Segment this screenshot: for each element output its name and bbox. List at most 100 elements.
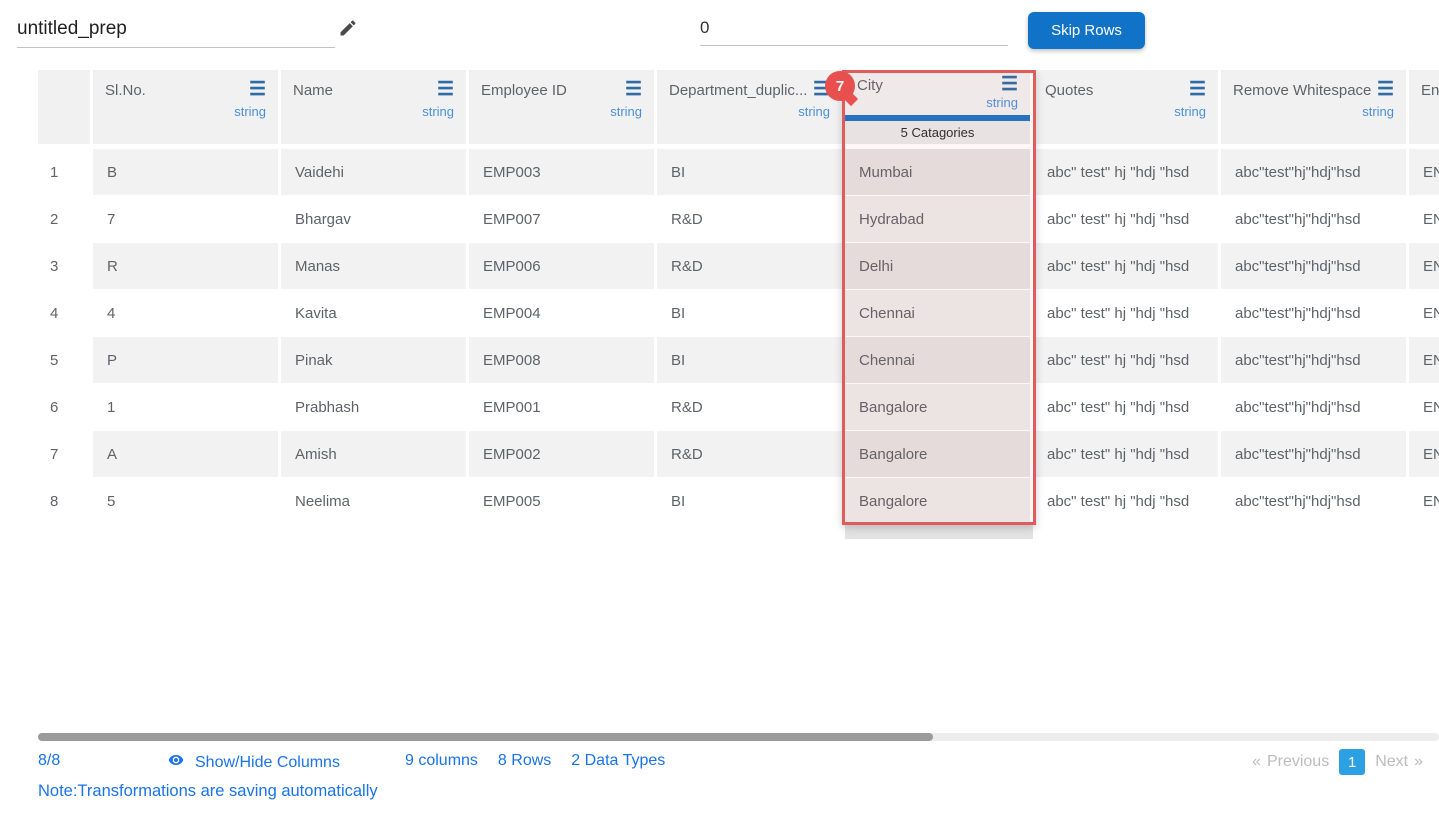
table-row: 85NeelimaEMP005BIBangaloreabc" test" hj … [38,478,1439,524]
column-header-partial[interactable]: En ☰ string [1409,70,1439,144]
column-type-label: string [1421,104,1439,119]
table-cell: Pinak [281,337,469,383]
table-cell: R&D [657,196,845,242]
horizontal-scrollbar-track[interactable] [38,733,1439,741]
table-cell: abc"test"hj"hdj"hsd [1221,243,1409,289]
column-label: City [857,77,883,94]
table-row: 1BVaidehiEMP003BIMumbaiabc" test" hj "hd… [38,149,1439,195]
table-cell: Kavita [281,290,469,336]
row-number-header [38,70,93,144]
data-table: Sl.No. ☰ string Name ☰ string [38,70,1439,542]
table-cell: R&D [657,243,845,289]
edit-pencil-icon[interactable] [338,18,358,43]
table-cell: abc"test"hj"hdj"hsd [1221,337,1409,383]
table-cell: abc" test" hj "hdj "hsd [1033,196,1221,242]
skip-rows-input[interactable] [700,16,1008,46]
table-cell: abc"test"hj"hdj"hsd [1221,431,1409,477]
prep-name-input[interactable] [17,14,335,48]
table-cell: abc" test" hj "hdj "hsd [1033,384,1221,430]
table-cell: BI [657,478,845,524]
table-cell: EN [1409,431,1439,477]
column-type-label: string [857,95,1018,110]
data-types-label[interactable]: 2 Data Types [571,752,665,770]
column-menu-icon[interactable]: ☰ [437,82,454,97]
table-cell: 4 [93,290,281,336]
table-cell: P [93,337,281,383]
data-prep-app: Skip Rows Sl.No. ☰ string Name ☰ [0,0,1439,816]
table-cell: Bangalore [845,384,1033,430]
column-header-quotes[interactable]: Quotes ☰ string [1033,70,1221,144]
table-stats: 9 columns 8 Rows 2 Data Types [405,752,665,770]
column-header-remove-whitespace[interactable]: Remove Whitespace ☰ string [1221,70,1409,144]
table-row: 27BhargavEMP007R&DHydrabadabc" test" hj … [38,196,1439,242]
current-page-button[interactable]: 1 [1339,749,1365,775]
table-cell: 7 [93,196,281,242]
column-label: Name [293,82,333,99]
table-cell: BI [657,290,845,336]
table-cell: A [93,431,281,477]
column-header-city[interactable]: City ☰ string 5 Catagories [845,70,1033,144]
previous-page-button[interactable]: « Previous [1252,753,1329,771]
table-cell: EMP006 [469,243,657,289]
table-row: 7AAmishEMP002R&DBangaloreabc" test" hj "… [38,431,1439,477]
table-cell: B [93,149,281,195]
previous-label: Previous [1267,753,1329,771]
rows-count-label[interactable]: 8 Rows [498,752,551,770]
table-cell: BI [657,149,845,195]
column-header-employee-id[interactable]: Employee ID ☰ string [469,70,657,144]
footer-bar: 8/8 Show/Hide Columns 9 columns 8 Rows 2… [0,748,1439,782]
column-menu-icon[interactable]: ☰ [249,82,266,97]
show-hide-columns-button[interactable]: Show/Hide Columns [165,752,340,773]
row-number: 3 [38,243,93,289]
table-cell: Chennai [845,337,1033,383]
column-menu-icon[interactable]: ☰ [1377,82,1394,97]
column-menu-icon[interactable]: ☰ [1001,77,1018,92]
table-cell: Mumbai [845,149,1033,195]
table-cell: Prabhash [281,384,469,430]
table-cell: Bangalore [845,431,1033,477]
table-cell: EN [1409,478,1439,524]
column-header-name[interactable]: Name ☰ string [281,70,469,144]
row-number: 5 [38,337,93,383]
column-label: Employee ID [481,82,567,99]
column-type-label: string [1045,104,1206,119]
annotation-badge: 7 [825,71,855,101]
table-cell: Vaidehi [281,149,469,195]
next-symbol: » [1414,753,1423,771]
table-cell: Chennai [845,290,1033,336]
table-cell: R [93,243,281,289]
table-cell: EMP008 [469,337,657,383]
next-page-button[interactable]: Next » [1375,753,1423,771]
table-cell: EMP005 [469,478,657,524]
previous-symbol: « [1252,753,1261,771]
column-label: Quotes [1045,82,1093,99]
table-cell: abc" test" hj "hdj "hsd [1033,478,1221,524]
column-label: Department_duplic... [669,82,807,99]
table-cell: EMP007 [469,196,657,242]
table-cell: EMP003 [469,149,657,195]
table-cell: abc"test"hj"hdj"hsd [1221,290,1409,336]
row-number: 8 [38,478,93,524]
column-header-slno[interactable]: Sl.No. ☰ string [93,70,281,144]
table-cell: EN [1409,290,1439,336]
table-cell: abc" test" hj "hdj "hsd [1033,337,1221,383]
skip-rows-button[interactable]: Skip Rows [1028,12,1145,49]
columns-count-label[interactable]: 9 columns [405,752,478,770]
table-cell: Hydrabad [845,196,1033,242]
table-cell: EN [1409,337,1439,383]
table-cell: abc" test" hj "hdj "hsd [1033,149,1221,195]
horizontal-scrollbar-thumb[interactable] [38,733,933,741]
table-cell: abc"test"hj"hdj"hsd [1221,384,1409,430]
table-cell: EN [1409,196,1439,242]
column-type-label: string [105,104,266,119]
column-type-label: string [669,104,830,119]
eye-icon [165,752,187,773]
row-number: 6 [38,384,93,430]
category-count-label: 5 Catagories [845,121,1030,144]
table-cell: Neelima [281,478,469,524]
show-hide-columns-label: Show/Hide Columns [195,754,340,772]
column-label: Sl.No. [105,82,146,99]
column-header-department[interactable]: Department_duplic... ☰ string [657,70,845,144]
column-menu-icon[interactable]: ☰ [1189,82,1206,97]
column-menu-icon[interactable]: ☰ [625,82,642,97]
